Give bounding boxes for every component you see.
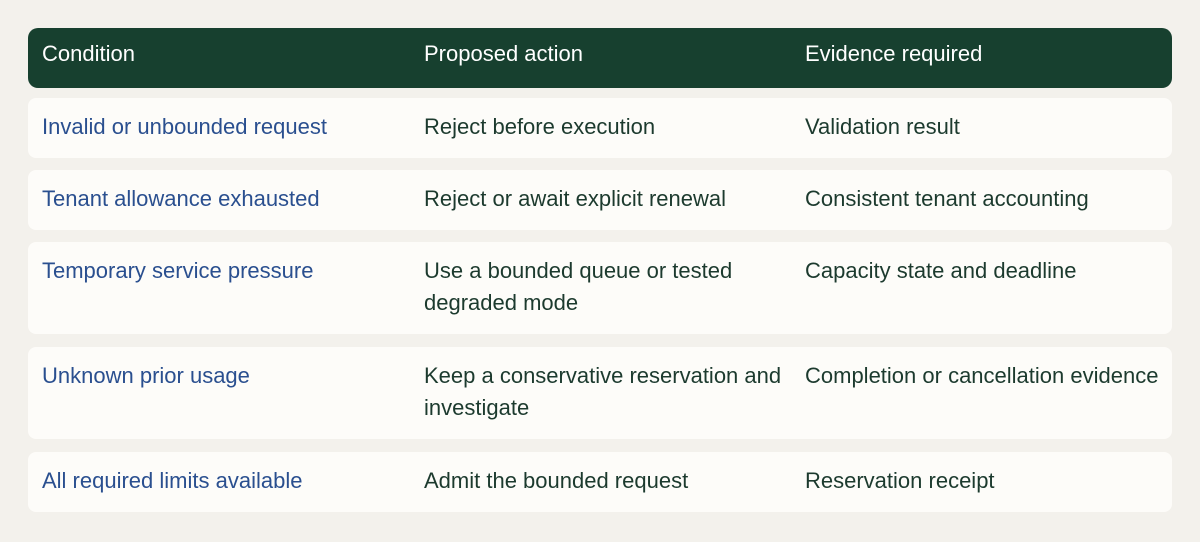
table-row: Tenant allowance exhausted Reject or awa… [28,170,1172,230]
table-row: Unknown prior usage Keep a conservative … [28,347,1172,439]
condition-cell: Invalid or unbounded request [42,114,327,139]
condition-cell: Unknown prior usage [42,363,250,388]
evidence-cell: Reservation receipt [805,468,995,493]
header-condition: Condition [42,41,135,66]
table-row: Temporary service pressure Use a bounded… [28,242,1172,334]
condition-cell: Temporary service pressure [42,258,314,283]
evidence-cell: Capacity state and deadline [805,258,1077,283]
condition-cell: Tenant allowance exhausted [42,186,320,211]
evidence-cell: Completion or cancellation evidence [805,363,1159,388]
action-cell: Reject or await explicit renewal [424,186,727,211]
header-evidence-required: Evidence required [805,41,983,66]
decision-table: Condition Proposed action Evidence requi… [28,28,1172,512]
table-row: Invalid or unbounded request Reject befo… [28,98,1172,158]
table-header: Condition Proposed action Evidence requi… [28,28,1172,88]
action-cell: Keep a conservative reservation and inve… [424,363,782,420]
action-cell: Admit the bounded request [424,468,689,493]
action-cell: Reject before execution [424,114,656,139]
condition-cell: All required limits available [42,468,303,493]
header-proposed-action: Proposed action [424,41,583,66]
action-cell: Use a bounded queue or tested degraded m… [424,258,733,315]
evidence-cell: Consistent tenant accounting [805,186,1089,211]
evidence-cell: Validation result [805,114,960,139]
table-row: All required limits available Admit the … [28,452,1172,512]
